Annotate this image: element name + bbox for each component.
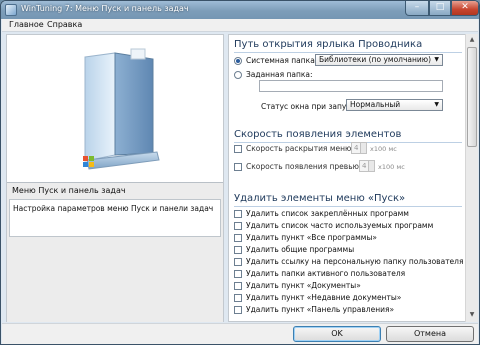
remove-documents-label: Удалить пункт «Документы» xyxy=(246,281,361,290)
menu-speed-label: Скорость раскрытия меню: xyxy=(246,144,354,153)
remove-common-programs-label: Удалить общие программы xyxy=(246,245,355,254)
remove-user-folders-checkbox[interactable] xyxy=(234,270,242,278)
remove-recent-docs-label: Удалить пункт «Недавние документы» xyxy=(246,293,402,302)
chevron-down-icon: ▼ xyxy=(434,101,439,108)
remove-pinned-checkbox[interactable] xyxy=(234,210,242,218)
custom-folder-input[interactable] xyxy=(259,80,443,92)
menu-main[interactable]: Главное xyxy=(9,20,44,29)
preview-speed-stepper[interactable]: 4 xyxy=(359,160,375,172)
section-divider xyxy=(234,206,462,207)
menu-speed-stepper[interactable]: 4 xyxy=(351,142,367,154)
preview-speed-unit: x100 мс xyxy=(378,163,405,171)
preview-speed-checkbox[interactable] xyxy=(234,163,242,171)
scroll-thumb[interactable] xyxy=(467,47,477,147)
remove-pinned-label: Удалить список закреплённых программ xyxy=(246,209,409,218)
info-description: Настройка параметров меню Пуск и панели … xyxy=(13,204,214,213)
remove-frequent-checkbox[interactable] xyxy=(234,222,242,230)
remove-documents-checkbox[interactable] xyxy=(234,282,242,290)
section-divider xyxy=(234,142,462,143)
window-title: WinTuning 7: Меню Пуск и панель задач xyxy=(21,4,189,13)
scroll-up-icon[interactable]: ▲ xyxy=(466,34,478,46)
info-title: Меню Пуск и панель задач xyxy=(12,186,126,195)
remove-user-folder-link-checkbox[interactable] xyxy=(234,258,242,266)
system-folder-value: Библиотеки (по умолчанию) xyxy=(319,55,431,64)
preview-speed-label: Скорость появления превью: xyxy=(246,162,362,171)
window-state-select[interactable]: Нормальный ▼ xyxy=(346,99,443,111)
app-icon xyxy=(5,4,17,16)
minimize-icon: – xyxy=(414,2,420,12)
app-window: WinTuning 7: Меню Пуск и панель задач – … xyxy=(0,0,480,345)
info-panel: Меню Пуск и панель задач Настройка парам… xyxy=(7,182,223,322)
remove-user-folder-link-label: Удалить ссылку на персональную папку пол… xyxy=(246,257,464,266)
close-icon: ✕ xyxy=(461,2,469,12)
maximize-icon: □ xyxy=(435,2,445,12)
system-folder-label: Системная папка: xyxy=(246,56,318,65)
menu-help[interactable]: Справка xyxy=(47,20,82,29)
cancel-button[interactable]: Отмена xyxy=(386,326,474,342)
remove-user-folders-label: Удалить папки активного пользователя xyxy=(246,269,406,278)
ok-button[interactable]: OK xyxy=(293,326,381,342)
remove-frequent-label: Удалить список часто используемых програ… xyxy=(246,221,434,230)
custom-folder-radio[interactable] xyxy=(234,71,242,79)
remove-all-programs-checkbox[interactable] xyxy=(234,234,242,242)
chevron-down-icon: ▼ xyxy=(434,56,439,63)
scroll-down-icon[interactable]: ▼ xyxy=(466,309,478,321)
remove-control-panel-checkbox[interactable] xyxy=(234,306,242,314)
remove-all-programs-label: Удалить пункт «Все программы» xyxy=(246,233,377,242)
system-folder-radio[interactable] xyxy=(234,57,242,65)
section-divider xyxy=(234,52,462,53)
menu-speed-checkbox[interactable] xyxy=(234,145,242,153)
start-menu-preview-icon xyxy=(83,48,160,170)
button-bar: OK Отмена xyxy=(2,323,478,344)
minimize-button[interactable]: – xyxy=(405,1,429,16)
menu-speed-unit: x100 мс xyxy=(370,145,397,153)
info-description-box: Настройка параметров меню Пуск и панели … xyxy=(9,199,221,237)
section-title-speed: Скорость появления элементов xyxy=(234,129,402,140)
system-folder-select[interactable]: Библиотеки (по умолчанию) ▼ xyxy=(315,54,443,66)
left-pane: Меню Пуск и панель задач Настройка парам… xyxy=(6,34,224,322)
remove-common-programs-checkbox[interactable] xyxy=(234,246,242,254)
remove-control-panel-label: Удалить пункт «Панель управления» xyxy=(246,305,395,314)
window-state-value: Нормальный xyxy=(350,100,401,109)
menu-bar: Главное Справка xyxy=(2,19,478,32)
section-title-remove: Удалить элементы меню «Пуск» xyxy=(234,193,406,204)
settings-pane: Путь открытия ярлыка Проводника Системна… xyxy=(228,34,465,322)
close-button[interactable]: ✕ xyxy=(451,1,479,16)
settings-scrollbar[interactable]: ▲ ▼ xyxy=(465,34,478,322)
section-title-explorer-path: Путь открытия ярлыка Проводника xyxy=(234,39,423,50)
preview-area xyxy=(7,35,223,182)
maximize-button[interactable]: □ xyxy=(429,1,451,16)
remove-recent-docs-checkbox[interactable] xyxy=(234,294,242,302)
title-bar[interactable]: WinTuning 7: Меню Пуск и панель задач – … xyxy=(1,1,479,19)
custom-folder-label: Заданная папка: xyxy=(246,70,313,79)
